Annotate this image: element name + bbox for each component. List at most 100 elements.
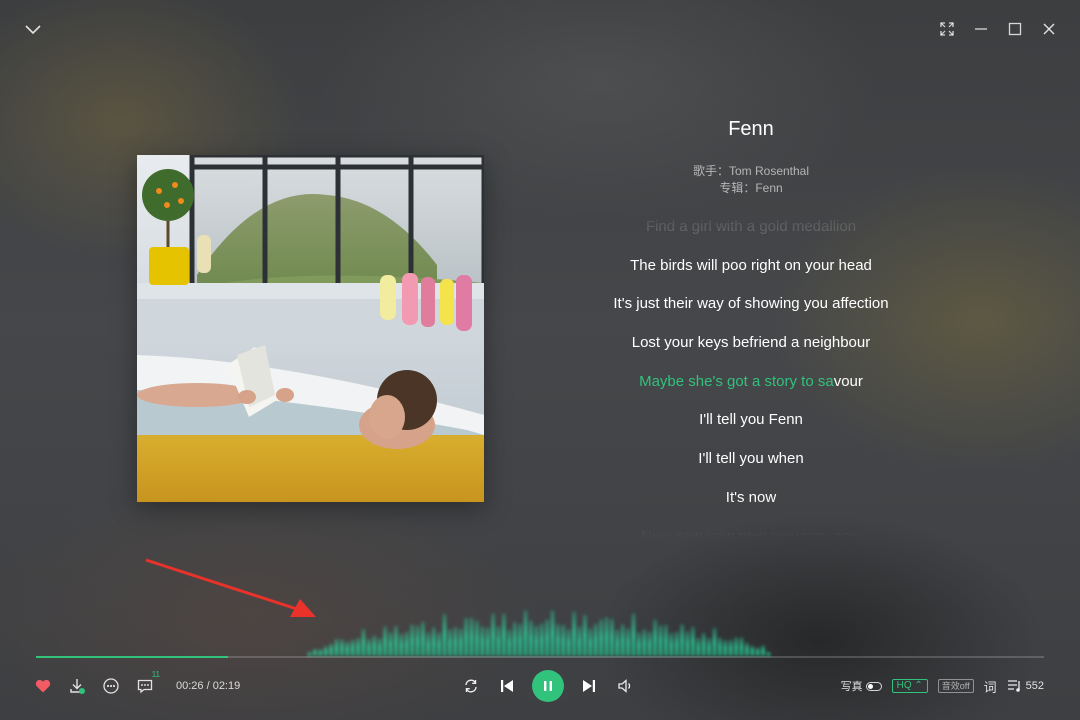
current-lyric-line: Maybe she's got a story to savour (560, 363, 942, 402)
progress-bar[interactable] (36, 656, 1044, 658)
heart-icon (35, 679, 51, 693)
lyric-line: Lost your keys befriend a neighbour (631, 334, 871, 352)
download-button[interactable] (66, 675, 88, 697)
chevron-down-icon (25, 25, 41, 35)
visualizer-bar (405, 631, 409, 656)
visualizer-bar (750, 645, 754, 656)
visualizer-bar (426, 632, 430, 656)
lyric-line: I'll tell you when (698, 450, 804, 468)
volume-icon (618, 679, 631, 693)
visualizer-bar (588, 628, 592, 656)
visualizer-bar (410, 624, 414, 656)
visualizer-bar (335, 638, 338, 656)
like-button[interactable] (32, 675, 54, 697)
sound-effect-button[interactable]: 音效off (937, 679, 974, 693)
visualizer-bar (599, 619, 603, 656)
visualizer-bar (383, 626, 387, 656)
toggle-switch-icon (865, 681, 882, 691)
visualizer-bar (421, 621, 425, 656)
visualizer-bar (340, 639, 344, 656)
visualizer-bar (583, 615, 587, 656)
visualizer-bar (329, 643, 333, 656)
lyrics-button[interactable]: 词 (984, 677, 997, 696)
visualizer-bar (648, 631, 652, 656)
fullscreen-icon (940, 22, 954, 36)
download-icon (70, 679, 85, 694)
caret-up-icon: ⌃ (914, 680, 923, 691)
time-display: 00:26 / 02:19 (176, 680, 241, 692)
visualizer-bar (680, 624, 684, 656)
visualizer-bar (470, 617, 473, 656)
visualizer-bar (394, 626, 398, 656)
fullscreen-button[interactable] (936, 18, 958, 40)
visualizer-bar (756, 647, 760, 656)
lyric-line: I'll tell you Fenn (699, 411, 803, 429)
visualizer-bar (545, 619, 549, 656)
visualizer-bar (459, 628, 463, 656)
visualizer-bar (686, 631, 689, 656)
visualizer-bar (362, 629, 365, 656)
bottom-right-controls: 写真 HQ ⌃ 音效off 词 552 (841, 672, 1044, 700)
visualizer-bar (610, 618, 614, 656)
loop-icon (465, 679, 477, 693)
visualizer-bar (675, 631, 679, 656)
playlist-button[interactable]: 552 (1007, 679, 1044, 693)
visualizer-bar (696, 637, 700, 656)
visualizer-bar (416, 625, 419, 656)
comment-button[interactable]: 11 (134, 670, 160, 697)
visualizer-bar (518, 623, 522, 656)
visualizer-bar (621, 624, 625, 656)
visualizer-bar (713, 628, 716, 656)
visualizer-bar (453, 627, 457, 656)
song-title: Fenn (728, 118, 774, 140)
lyrics-panel[interactable]: Find a girl with a gold medallion The bi… (560, 208, 942, 538)
visualizer-bar (653, 619, 657, 656)
next-icon (583, 680, 595, 692)
album-link[interactable]: 专辑：Fenn (560, 179, 942, 196)
visualizer-bar (761, 645, 765, 656)
close-button[interactable] (1038, 18, 1060, 40)
visualizer-bar (367, 638, 371, 656)
maximize-button[interactable] (1004, 18, 1026, 40)
visualizer-bar (729, 639, 733, 656)
current-lyric-sung: Maybe she's got a story to sa (639, 372, 834, 390)
visualizer-bar (669, 633, 673, 656)
singer-link[interactable]: 歌手：Tom Rosenthal (560, 162, 942, 179)
visualizer-bar (507, 629, 511, 656)
loop-mode-button[interactable] (460, 675, 482, 697)
audio-visualizer (308, 610, 770, 656)
visualizer-bar (399, 633, 403, 656)
visualizer-bar (529, 620, 533, 656)
visualizer-bar (734, 637, 738, 656)
playback-controls (460, 670, 636, 702)
visualizer-bar (578, 626, 581, 656)
visualizer-bar (486, 627, 490, 656)
previous-button[interactable] (496, 675, 518, 697)
minimize-button[interactable] (970, 18, 992, 40)
visualizer-bar (626, 628, 630, 656)
collapse-player-button[interactable] (22, 18, 44, 40)
visualizer-bar (318, 649, 322, 656)
visualizer-bar (664, 624, 668, 656)
previous-icon (501, 680, 513, 692)
playlist-icon (1007, 680, 1020, 692)
current-lyric-unsung: vour (833, 372, 863, 390)
visualizer-bar (691, 626, 695, 656)
lyric-line: Now now now now now now now (640, 527, 862, 539)
more-button[interactable] (100, 675, 122, 697)
volume-button[interactable] (614, 675, 636, 697)
window-controls (936, 18, 1060, 40)
visualizer-bar (475, 620, 479, 656)
photo-mode-toggle[interactable]: 写真 (841, 678, 882, 694)
visualizer-bar (707, 638, 711, 656)
album-cover (137, 155, 484, 502)
next-button[interactable] (578, 675, 600, 697)
minimize-icon (975, 28, 987, 30)
lyrics-icon: 词 (983, 679, 997, 695)
pause-button[interactable] (532, 670, 564, 702)
visualizer-bar (497, 626, 500, 656)
visualizer-bar (642, 629, 646, 656)
visualizer-bar (351, 639, 355, 656)
quality-button[interactable]: HQ ⌃ (891, 679, 928, 693)
visualizer-bar (437, 632, 441, 656)
